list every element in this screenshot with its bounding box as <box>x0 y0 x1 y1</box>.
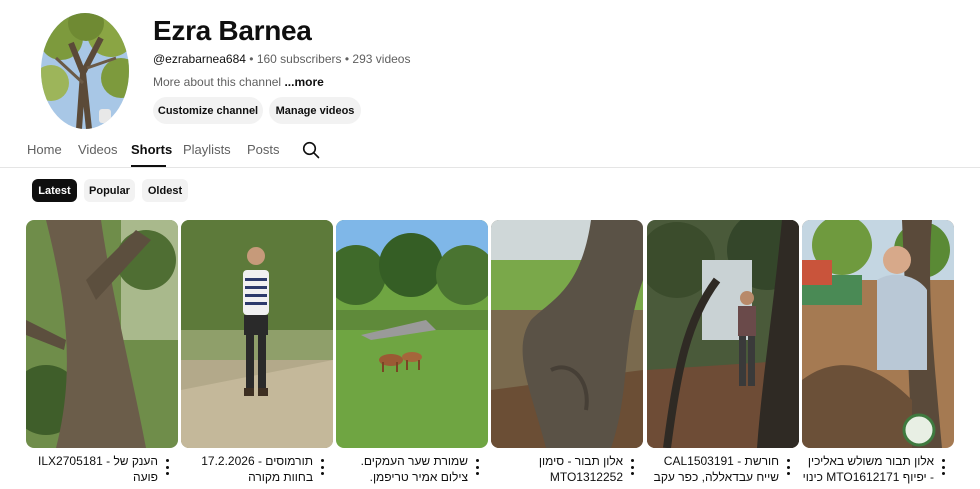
about-channel[interactable]: More about this channel ...more <box>153 75 324 89</box>
short-title[interactable]: אלון תבור משולש באליכין - יפיוף MTO16121… <box>802 453 934 487</box>
more-options-icon[interactable] <box>782 459 794 475</box>
short-title[interactable]: תורמוסים - 17.2.2026 בחוות מקורה <box>181 453 313 487</box>
short-thumbnail[interactable] <box>336 220 488 448</box>
tab-shorts[interactable]: Shorts <box>131 142 172 157</box>
more-options-icon[interactable] <box>316 459 328 475</box>
short-card[interactable]: אלון תבור משולש באליכין - יפיוף MTO16121… <box>802 220 954 484</box>
more-options-icon[interactable] <box>161 459 173 475</box>
short-card[interactable]: חורשת - CAL1503191 שייח עבדאללה, כפר עקב <box>647 220 799 484</box>
channel-handle: @ezrabarnea684 <box>153 52 246 66</box>
short-thumbnail[interactable] <box>802 220 954 448</box>
meta-separator: • <box>344 52 350 66</box>
tab-home[interactable]: Home <box>27 142 62 157</box>
more-link[interactable]: ...more <box>284 75 323 89</box>
more-options-icon[interactable] <box>937 459 949 475</box>
short-title[interactable]: הענק של - ILX2705181 פועה <box>26 453 158 487</box>
tab-playlists[interactable]: Playlists <box>183 142 231 157</box>
short-title[interactable]: שמורת שער העמקים. צילום אמיר טריפמן. 31.… <box>336 453 468 487</box>
channel-avatar[interactable] <box>41 13 129 129</box>
channel-tabs: Home Videos Shorts Playlists Posts <box>0 130 980 168</box>
meta-separator: • <box>249 52 254 66</box>
more-options-icon[interactable] <box>471 459 483 475</box>
search-icon[interactable] <box>302 141 320 159</box>
channel-name: Ezra Barnea <box>153 15 312 46</box>
short-thumbnail[interactable] <box>26 220 178 448</box>
filter-oldest[interactable]: Oldest <box>142 179 188 202</box>
customize-channel-button[interactable]: Customize channel <box>153 97 263 124</box>
more-options-icon[interactable] <box>626 459 638 475</box>
short-card[interactable]: הענק של - ILX2705181 פועה <box>26 220 178 484</box>
short-thumbnail[interactable] <box>491 220 643 448</box>
short-card[interactable]: אלון תבור - סימון MTO1312252 <box>491 220 643 484</box>
short-card[interactable]: תורמוסים - 17.2.2026 בחוות מקורה <box>181 220 333 484</box>
short-title[interactable]: אלון תבור - סימון MTO1312252 <box>491 453 623 487</box>
manage-videos-button[interactable]: Manage videos <box>269 97 361 124</box>
about-text: More about this channel <box>153 75 282 89</box>
filter-popular[interactable]: Popular <box>84 179 135 202</box>
video-count: 293 videos <box>352 52 411 66</box>
channel-meta: @ezrabarnea684 • 160 subscribers • 293 v… <box>153 52 410 66</box>
tab-posts[interactable]: Posts <box>247 142 280 157</box>
tab-videos[interactable]: Videos <box>78 142 118 157</box>
subscriber-count: 160 subscribers <box>256 52 342 66</box>
short-thumbnail[interactable] <box>647 220 799 448</box>
filter-latest[interactable]: Latest <box>32 179 77 202</box>
short-card[interactable]: שמורת שער העמקים. צילום אמיר טריפמן. 31.… <box>336 220 488 487</box>
short-thumbnail[interactable] <box>181 220 333 448</box>
active-tab-indicator <box>131 165 166 167</box>
short-title[interactable]: חורשת - CAL1503191 שייח עבדאללה, כפר עקב <box>647 453 779 487</box>
